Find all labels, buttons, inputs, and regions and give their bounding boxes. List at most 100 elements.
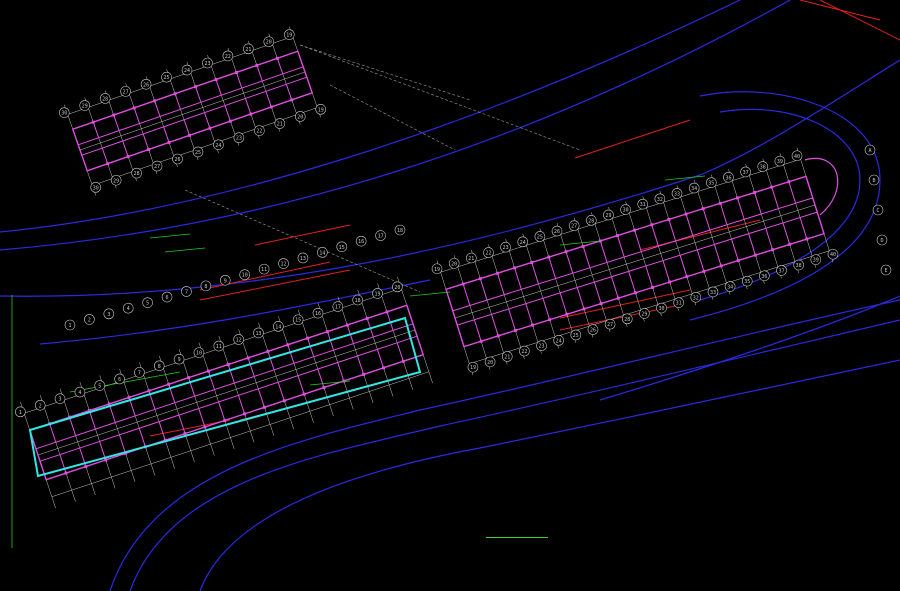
inset-partition-a-6: [204, 112, 211, 129]
contour-line-4: [129, 319, 900, 591]
wing-bottom-bubble-label-16: 17: [335, 305, 341, 311]
main-top-bubble-label-8: 9: [224, 278, 227, 284]
wing-bottom-bubble-label-12: 13: [255, 331, 261, 337]
end-right-bubble-label-4: E: [884, 268, 887, 274]
contour-line-6: [39, 279, 431, 345]
wing-partition-a-13: [297, 375, 305, 395]
mid-partition-a-12: [662, 260, 671, 283]
inset-column-a-10: [290, 98, 294, 102]
wing-grid-long-4: [51, 371, 429, 498]
mid-bottom-bubble-label-5: 24: [520, 240, 526, 246]
mid-partition-b-20: [788, 181, 797, 204]
wing-bottom-bubble-label-3: 4: [78, 390, 81, 396]
inset-grid-long-0: [67, 36, 293, 115]
main-top-bubble-label-7: 8: [204, 284, 207, 290]
inset-top-bubble-label-8: 22: [256, 129, 262, 135]
wing-column-a-1: [64, 471, 68, 475]
mid-column-b-18: [753, 191, 757, 195]
main-top-bubble-label-10: 11: [261, 267, 267, 273]
mid-column-b-20: [787, 180, 791, 184]
inset-partition-a-3: [142, 133, 150, 150]
mid-bottom-bubble-label-17: 36: [725, 175, 731, 181]
green-axis-wing: [69, 371, 181, 393]
wing-column-a-8: [203, 425, 207, 429]
mid-partition-b-2: [479, 278, 488, 301]
grid-lines: [11, 26, 834, 548]
mid-partition-a-6: [559, 292, 568, 315]
mid-partition-b-18: [754, 192, 762, 215]
wing-column-b-5: [127, 395, 131, 399]
mid-column-a-2: [496, 334, 500, 338]
inset-bottom-bubble-label-3: 27: [123, 89, 129, 95]
inset-top-bubble-label-10: 20: [297, 114, 303, 120]
mid-column-a-3: [513, 328, 517, 332]
mid-partition-b-5: [531, 262, 539, 285]
mid-bottom-bubble-label-2: 21: [468, 256, 474, 262]
mid-column-a-4: [531, 323, 535, 327]
inset-top-bubble-label-0: 30: [93, 185, 99, 191]
mid-partition-b-4: [514, 267, 522, 290]
main-top-bubble-label-2: 3: [107, 312, 110, 318]
mid-partition-b-15: [702, 208, 711, 231]
wing-partition-a-11: [257, 388, 265, 408]
axis-line-0: [574, 119, 691, 159]
wing-partition-a-18: [396, 342, 404, 362]
inset-partition-b-5: [174, 93, 181, 110]
inset-column-b-6: [194, 85, 198, 89]
wing-bottom-bubble-label-14: 15: [295, 318, 301, 324]
mid-partition-b-8: [582, 246, 591, 268]
leader-line-1: [299, 44, 581, 151]
inset-partition-a-5: [183, 119, 190, 136]
wing-partition-a-8: [198, 408, 206, 428]
mid-partition-a-7: [576, 287, 585, 310]
wing-column-a-10: [243, 412, 247, 416]
inset-partition-b-3: [133, 107, 141, 124]
mid-bottom-bubble-label-13: 32: [657, 197, 663, 203]
inset-column-b-8: [234, 70, 238, 74]
inset-column-a-9: [269, 105, 273, 109]
mid-column-a-16: [736, 259, 740, 263]
inset-grid-long-2: [79, 71, 306, 151]
inset-column-b-10: [275, 56, 279, 60]
mid-column-a-5: [548, 318, 552, 322]
mid-top-bubble-label-21: 40: [830, 252, 836, 258]
wing-partition-a-5: [138, 428, 146, 447]
mid-column-b-14: [684, 212, 688, 216]
end-right-bubble-label-3: D: [880, 238, 883, 244]
mid-partition-b-17: [736, 197, 745, 220]
annotation-tick-2: [309, 380, 351, 386]
mid-column-b-2: [478, 277, 482, 281]
inset-partition-b-4: [154, 100, 161, 117]
mid-column-b-13: [667, 217, 671, 221]
wing-partition-a-15: [337, 362, 345, 382]
contour-line-1: [0, 0, 791, 251]
main-top-bubble-label-17: 18: [397, 228, 403, 234]
wing-column-a-11: [262, 405, 266, 409]
inset-partition-b-7: [215, 79, 222, 96]
wing-corridor-wall-0: [35, 323, 414, 450]
leader-line-0: [299, 44, 471, 101]
mid-partition-a-17: [748, 233, 756, 256]
mid-partition-a-10: [628, 271, 636, 293]
inset-column-b-4: [153, 99, 157, 103]
inset-top-bubble-label-7: 23: [236, 136, 242, 142]
mid-column-a-14: [702, 269, 706, 273]
mid-column-a-1: [479, 339, 483, 343]
mid-partition-a-20: [799, 217, 808, 240]
mid-bottom-bubble-label-0: 19: [434, 267, 440, 273]
mid-partition-b-11: [634, 230, 642, 252]
wing-partition-b-10: [227, 364, 235, 384]
wing-partition-a-14: [317, 368, 325, 388]
inset-corridor-wall-1: [81, 76, 307, 156]
inset-bottom-bubble-label-6: 24: [184, 68, 190, 74]
mid-partition-b-13: [668, 219, 677, 242]
mid-column-b-16: [718, 201, 722, 205]
mid-partition-a-8: [593, 281, 602, 304]
mid-top-bubble-label-14: 33: [710, 290, 716, 296]
mid-bottom-bubble-label-15: 34: [691, 186, 697, 192]
inset-bottom-bubble-label-7: 23: [204, 61, 210, 67]
mid-bottom-bubble-label-16: 35: [708, 181, 714, 187]
grid-bubbles: 3029282726252423222120193029282726252423…: [15, 29, 892, 418]
mid-partition-b-19: [771, 186, 779, 209]
mid-top-bubble-label-11: 30: [659, 306, 665, 312]
